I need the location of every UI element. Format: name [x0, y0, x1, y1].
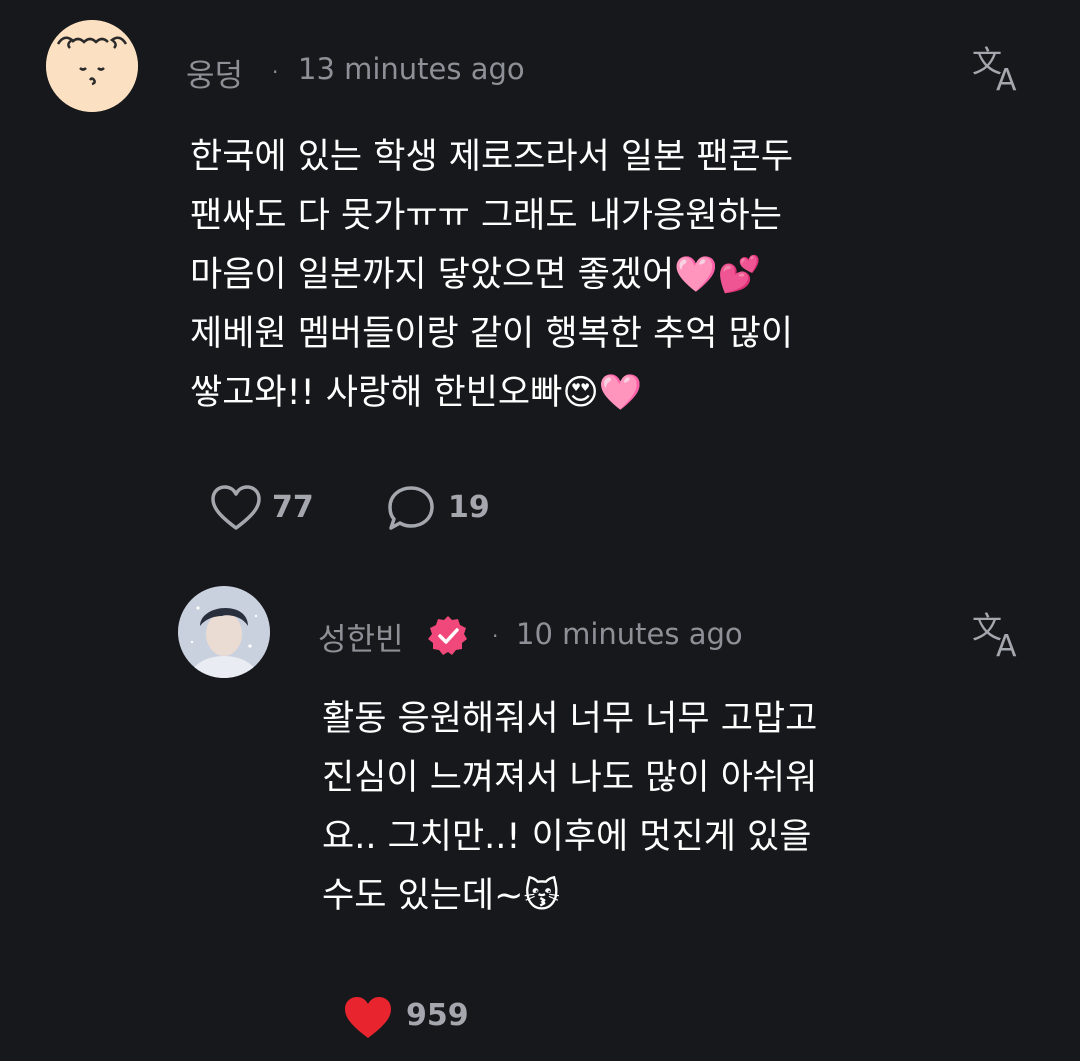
svg-text:A: A: [996, 63, 1017, 98]
comment-timestamp: 13 minutes ago: [298, 52, 525, 86]
profile-photo-icon: [178, 586, 270, 678]
translate-icon: 文 A: [972, 611, 1017, 664]
replier-username[interactable]: 성한빈: [318, 614, 404, 659]
heart-outline-icon: [211, 485, 261, 530]
reply-button[interactable]: [386, 484, 436, 538]
separator-dot: ·: [492, 624, 499, 648]
smiling-face-avatar-icon: [46, 20, 138, 112]
reply-like-count: 959: [406, 998, 469, 1033]
translate-button[interactable]: 文 A: [970, 38, 1030, 98]
comment-text: 한국에 있는 학생 제로즈라서 일본 팬콘두 팬싸도 다 못가ㅠㅠ 그래도 내가…: [190, 137, 794, 413]
verified-badge: [426, 614, 470, 662]
commenter-avatar[interactable]: [46, 20, 138, 112]
speech-bubble-icon: [388, 486, 434, 530]
verified-badge-icon: [428, 616, 467, 655]
reply-count: 19: [448, 490, 490, 525]
replier-avatar[interactable]: [178, 586, 270, 678]
svg-text:A: A: [996, 629, 1017, 664]
like-count: 77: [272, 490, 314, 525]
translate-icon: 文 A: [972, 45, 1017, 98]
translate-button[interactable]: 文 A: [970, 604, 1030, 664]
separator-dot: ·: [272, 60, 279, 84]
reply-like-button[interactable]: [342, 994, 394, 1046]
commenter-username[interactable]: 웅덩: [186, 50, 243, 95]
reply-text: 활동 응원해줘서 너무 너무 고맙고 진심이 느껴져서 나도 많이 아쉬워 요.…: [322, 699, 818, 916]
like-button[interactable]: [210, 484, 262, 536]
heart-filled-icon: [345, 997, 391, 1038]
reply-timestamp: 10 minutes ago: [516, 617, 743, 651]
